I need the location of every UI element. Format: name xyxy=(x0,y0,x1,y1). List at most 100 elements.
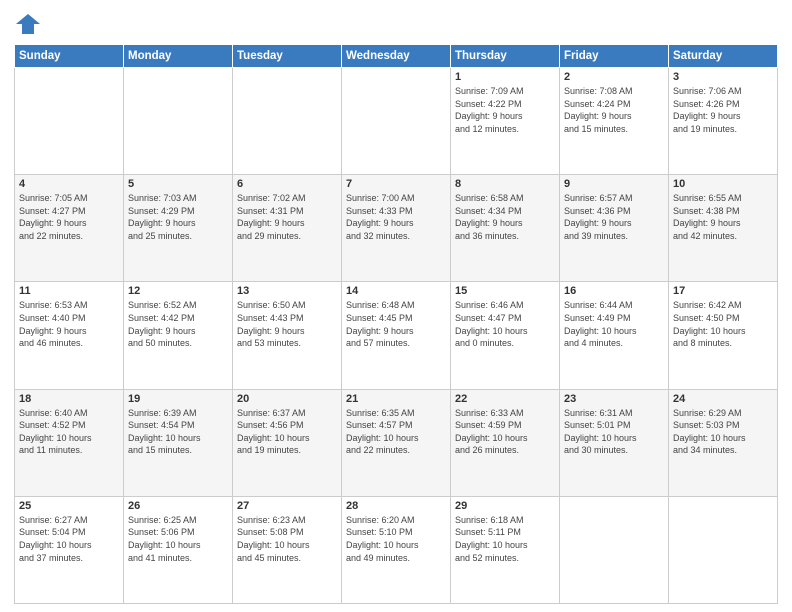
day-cell-23: 23 Sunrise: 6:31 AMSunset: 5:01 PMDayligh… xyxy=(560,389,669,496)
day-cell-4: 4 Sunrise: 7:05 AMSunset: 4:27 PMDaylight… xyxy=(15,175,124,282)
day-cell-3: 3Sunrise: 7:06 AMSunset: 4:26 PMDaylight… xyxy=(669,68,778,175)
day-info-text: Sunrise: 6:20 AMSunset: 5:10 PMDaylight:… xyxy=(346,514,446,564)
day-number: 27 xyxy=(237,500,337,512)
day-cell-empty-4-6 xyxy=(669,496,778,603)
day-cell-empty-0-1 xyxy=(124,68,233,175)
day-cell-7: 7 Sunrise: 7:00 AMSunset: 4:33 PMDaylight… xyxy=(342,175,451,282)
day-cell-26: 26 Sunrise: 6:25 AMSunset: 5:06 PMDayligh… xyxy=(124,496,233,603)
day-number: 7 xyxy=(346,178,446,190)
day-cell-25: 25 Sunrise: 6:27 AMSunset: 5:04 PMDayligh… xyxy=(15,496,124,603)
day-info-text: Sunrise: 6:35 AMSunset: 4:57 PMDaylight:… xyxy=(346,407,446,457)
day-info-text: Sunrise: 6:31 AMSunset: 5:01 PMDaylight:… xyxy=(564,407,664,457)
generalblue-logo-icon xyxy=(14,10,42,38)
weekday-header-monday: Monday xyxy=(124,45,233,68)
day-number: 8 xyxy=(455,178,555,190)
day-cell-10: 10 Sunrise: 6:55 AMSunset: 4:38 PMDayligh… xyxy=(669,175,778,282)
weekday-header-saturday: Saturday xyxy=(669,45,778,68)
weekday-header-friday: Friday xyxy=(560,45,669,68)
day-cell-empty-0-0 xyxy=(15,68,124,175)
day-number: 22 xyxy=(455,393,555,405)
day-cell-12: 12 Sunrise: 6:52 AMSunset: 4:42 PMDayligh… xyxy=(124,282,233,389)
day-number: 12 xyxy=(128,285,228,297)
day-info-text: Sunrise: 6:46 AMSunset: 4:47 PMDaylight:… xyxy=(455,299,555,349)
day-cell-17: 17Sunrise: 6:42 AMSunset: 4:50 PMDayligh… xyxy=(669,282,778,389)
week-row-5: 25 Sunrise: 6:27 AMSunset: 5:04 PMDayligh… xyxy=(15,496,778,603)
day-info-text: Sunrise: 7:02 AMSunset: 4:31 PMDaylight:… xyxy=(237,192,337,242)
day-number: 21 xyxy=(346,393,446,405)
day-number: 9 xyxy=(564,178,664,190)
day-cell-9: 9 Sunrise: 6:57 AMSunset: 4:36 PMDaylight… xyxy=(560,175,669,282)
day-number: 10 xyxy=(673,178,773,190)
day-info-text: Sunrise: 6:57 AMSunset: 4:36 PMDaylight:… xyxy=(564,192,664,242)
day-cell-empty-0-3 xyxy=(342,68,451,175)
day-cell-20: 20 Sunrise: 6:37 AMSunset: 4:56 PMDayligh… xyxy=(233,389,342,496)
day-number: 18 xyxy=(19,393,119,405)
day-cell-empty-0-2 xyxy=(233,68,342,175)
day-cell-24: 24 Sunrise: 6:29 AMSunset: 5:03 PMDayligh… xyxy=(669,389,778,496)
day-number: 15 xyxy=(455,285,555,297)
day-info-text: Sunrise: 6:50 AMSunset: 4:43 PMDaylight:… xyxy=(237,299,337,349)
day-cell-27: 27Sunrise: 6:23 AMSunset: 5:08 PMDayligh… xyxy=(233,496,342,603)
day-number: 24 xyxy=(673,393,773,405)
day-cell-18: 18Sunrise: 6:40 AMSunset: 4:52 PMDayligh… xyxy=(15,389,124,496)
day-number: 5 xyxy=(128,178,228,190)
day-number: 6 xyxy=(237,178,337,190)
week-row-1: 1Sunrise: 7:09 AMSunset: 4:22 PMDaylight… xyxy=(15,68,778,175)
day-info-text: Sunrise: 6:44 AMSunset: 4:49 PMDaylight:… xyxy=(564,299,664,349)
day-info-text: Sunrise: 6:39 AMSunset: 4:54 PMDaylight:… xyxy=(128,407,228,457)
day-number: 14 xyxy=(346,285,446,297)
day-number: 4 xyxy=(19,178,119,190)
day-number: 20 xyxy=(237,393,337,405)
day-number: 23 xyxy=(564,393,664,405)
day-cell-21: 21 Sunrise: 6:35 AMSunset: 4:57 PMDayligh… xyxy=(342,389,451,496)
day-info-text: Sunrise: 6:58 AMSunset: 4:34 PMDaylight:… xyxy=(455,192,555,242)
calendar-table: SundayMondayTuesdayWednesdayThursdayFrid… xyxy=(14,44,778,604)
day-cell-6: 6 Sunrise: 7:02 AMSunset: 4:31 PMDaylight… xyxy=(233,175,342,282)
day-info-text: Sunrise: 6:53 AMSunset: 4:40 PMDaylight:… xyxy=(19,299,119,349)
day-info-text: Sunrise: 6:27 AMSunset: 5:04 PMDaylight:… xyxy=(19,514,119,564)
day-info-text: Sunrise: 7:05 AMSunset: 4:27 PMDaylight:… xyxy=(19,192,119,242)
day-cell-15: 15 Sunrise: 6:46 AMSunset: 4:47 PMDayligh… xyxy=(451,282,560,389)
day-cell-5: 5 Sunrise: 7:03 AMSunset: 4:29 PMDaylight… xyxy=(124,175,233,282)
day-info-text: Sunrise: 6:29 AMSunset: 5:03 PMDaylight:… xyxy=(673,407,773,457)
week-row-4: 18Sunrise: 6:40 AMSunset: 4:52 PMDayligh… xyxy=(15,389,778,496)
day-number: 13 xyxy=(237,285,337,297)
day-number: 19 xyxy=(128,393,228,405)
page: SundayMondayTuesdayWednesdayThursdayFrid… xyxy=(0,0,792,612)
day-cell-11: 11 Sunrise: 6:53 AMSunset: 4:40 PMDayligh… xyxy=(15,282,124,389)
weekday-header-row: SundayMondayTuesdayWednesdayThursdayFrid… xyxy=(15,45,778,68)
day-info-text: Sunrise: 6:33 AMSunset: 4:59 PMDaylight:… xyxy=(455,407,555,457)
day-number: 3 xyxy=(673,71,773,83)
day-info-text: Sunrise: 6:52 AMSunset: 4:42 PMDaylight:… xyxy=(128,299,228,349)
day-cell-empty-4-5 xyxy=(560,496,669,603)
day-cell-1: 1Sunrise: 7:09 AMSunset: 4:22 PMDaylight… xyxy=(451,68,560,175)
day-number: 29 xyxy=(455,500,555,512)
day-number: 26 xyxy=(128,500,228,512)
day-cell-19: 19 Sunrise: 6:39 AMSunset: 4:54 PMDayligh… xyxy=(124,389,233,496)
logo xyxy=(14,10,46,38)
header xyxy=(14,10,778,38)
day-info-text: Sunrise: 6:55 AMSunset: 4:38 PMDaylight:… xyxy=(673,192,773,242)
day-cell-14: 14 Sunrise: 6:48 AMSunset: 4:45 PMDayligh… xyxy=(342,282,451,389)
day-number: 28 xyxy=(346,500,446,512)
day-info-text: Sunrise: 6:25 AMSunset: 5:06 PMDaylight:… xyxy=(128,514,228,564)
day-info-text: Sunrise: 7:09 AMSunset: 4:22 PMDaylight:… xyxy=(455,85,555,135)
weekday-header-thursday: Thursday xyxy=(451,45,560,68)
day-cell-22: 22 Sunrise: 6:33 AMSunset: 4:59 PMDayligh… xyxy=(451,389,560,496)
day-number: 2 xyxy=(564,71,664,83)
day-cell-8: 8 Sunrise: 6:58 AMSunset: 4:34 PMDaylight… xyxy=(451,175,560,282)
weekday-header-wednesday: Wednesday xyxy=(342,45,451,68)
day-info-text: Sunrise: 6:18 AMSunset: 5:11 PMDaylight:… xyxy=(455,514,555,564)
day-number: 25 xyxy=(19,500,119,512)
day-info-text: Sunrise: 7:08 AMSunset: 4:24 PMDaylight:… xyxy=(564,85,664,135)
weekday-header-sunday: Sunday xyxy=(15,45,124,68)
day-cell-16: 16Sunrise: 6:44 AMSunset: 4:49 PMDayligh… xyxy=(560,282,669,389)
day-cell-29: 29 Sunrise: 6:18 AMSunset: 5:11 PMDayligh… xyxy=(451,496,560,603)
day-info-text: Sunrise: 6:37 AMSunset: 4:56 PMDaylight:… xyxy=(237,407,337,457)
week-row-2: 4 Sunrise: 7:05 AMSunset: 4:27 PMDaylight… xyxy=(15,175,778,282)
day-number: 11 xyxy=(19,285,119,297)
day-info-text: Sunrise: 6:42 AMSunset: 4:50 PMDaylight:… xyxy=(673,299,773,349)
day-info-text: Sunrise: 7:03 AMSunset: 4:29 PMDaylight:… xyxy=(128,192,228,242)
day-info-text: Sunrise: 6:48 AMSunset: 4:45 PMDaylight:… xyxy=(346,299,446,349)
day-info-text: Sunrise: 7:00 AMSunset: 4:33 PMDaylight:… xyxy=(346,192,446,242)
